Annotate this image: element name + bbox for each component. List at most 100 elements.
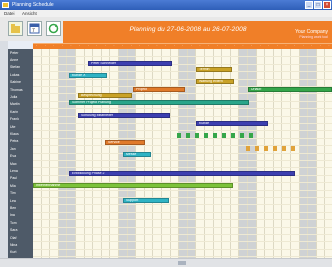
schedule-bar[interactable]: Messe	[123, 152, 151, 157]
calendar-icon[interactable]: 7	[27, 21, 42, 36]
schedule-block[interactable]	[246, 146, 250, 151]
resource-label[interactable]: Stefan	[10, 65, 20, 69]
day-tick: ·	[113, 44, 115, 48]
schedule-bar[interactable]: Kunde	[196, 121, 268, 126]
refresh-icon[interactable]	[46, 21, 61, 36]
left-strip	[0, 41, 8, 258]
resource-label[interactable]: Sabine	[10, 80, 21, 84]
schedule-block[interactable]	[204, 133, 208, 138]
row-divider	[33, 197, 332, 198]
planning-period-title: Planning du 27-06-2008 au 26-07-2008	[129, 26, 247, 33]
minimize-icon[interactable]: _	[305, 1, 313, 9]
schedule-grid[interactable]: Peter Schneider Kunde X Termin Wartung exte…	[33, 49, 332, 258]
day-tick: ·	[208, 44, 210, 48]
resource-label[interactable]: Ina	[10, 213, 15, 217]
day-tick: ·	[44, 44, 46, 48]
resource-label[interactable]: Paul	[10, 176, 17, 180]
schedule-bar[interactable]: Peter Schneider	[88, 61, 172, 66]
schedule-block[interactable]	[195, 133, 199, 138]
resource-label[interactable]: Lukas	[10, 73, 19, 77]
row-divider	[33, 130, 332, 132]
resource-label[interactable]: Olaf	[10, 236, 16, 240]
resource-label[interactable]: Martin	[10, 102, 20, 106]
menu-item-datei[interactable]: Datei	[4, 11, 15, 16]
resource-label[interactable]: Max	[10, 162, 17, 166]
resource-label[interactable]: Ute	[10, 125, 15, 129]
resource-label[interactable]: Peter	[10, 51, 18, 55]
schedule-block[interactable]	[249, 133, 253, 138]
schedule-block[interactable]	[177, 133, 181, 138]
day-tick: ·	[199, 44, 201, 48]
day-tick: ·	[276, 44, 278, 48]
resource-label[interactable]: Julia	[10, 95, 17, 99]
day-tick: ·	[294, 44, 296, 48]
resource-label[interactable]: Sara	[10, 228, 17, 232]
schedule-bar[interactable]: Projekt	[133, 87, 185, 92]
day-tick: ·	[139, 44, 141, 48]
resource-label[interactable]: Frank	[10, 117, 19, 121]
resource-label[interactable]: Lena	[10, 169, 18, 173]
row-divider	[33, 145, 332, 147]
schedule-block[interactable]	[222, 133, 226, 138]
schedule-block[interactable]	[231, 133, 235, 138]
schedule-bar[interactable]: Sommer Projekt Planung	[69, 100, 249, 105]
resource-label[interactable]: Jan	[10, 147, 16, 151]
schedule-bar[interactable]: Urlaub	[248, 87, 332, 92]
resource-label[interactable]: Tom	[10, 221, 17, 225]
resource-label[interactable]: Lea	[10, 199, 16, 203]
schedule-bar[interactable]: Besprechung	[78, 93, 132, 98]
scrollbar-thumb[interactable]	[178, 261, 186, 265]
title-bar: Planning Schedule _ □ ×	[0, 0, 332, 10]
schedule-bar[interactable]: Entwicklung Phase 2	[69, 171, 295, 176]
schedule-block[interactable]	[240, 133, 244, 138]
schedule-block[interactable]	[291, 146, 295, 151]
day-tick: ·	[190, 44, 192, 48]
schedule-block[interactable]	[282, 146, 286, 151]
schedule-bar[interactable]: Service	[105, 140, 145, 145]
day-tick: ·	[173, 44, 175, 48]
schedule-bar[interactable]: Kunde X	[69, 73, 107, 78]
open-file-icon[interactable]	[8, 21, 23, 36]
schedule-block[interactable]	[264, 146, 268, 151]
schedule-bar[interactable]: Support	[123, 198, 169, 203]
row-divider	[33, 204, 332, 206]
resource-label[interactable]: Tim	[10, 191, 16, 195]
schedule-bar[interactable]: Schulung Mitarbeiter	[78, 113, 170, 118]
schedule-bar[interactable]: Termin	[196, 67, 232, 72]
maximize-icon[interactable]: □	[314, 1, 322, 9]
resource-label[interactable]: Mia	[10, 184, 16, 188]
day-tick: ·	[104, 44, 106, 48]
row-divider	[33, 211, 332, 213]
resource-label[interactable]: Eva	[10, 154, 16, 158]
schedule-bar[interactable]: Inbetriebnahme	[33, 183, 233, 188]
day-tick: ·	[165, 44, 167, 48]
resource-label[interactable]: Thomas	[10, 88, 23, 92]
schedule-block[interactable]	[255, 146, 259, 151]
close-icon[interactable]: ×	[323, 1, 331, 9]
schedule-block[interactable]	[186, 133, 190, 138]
planning-header: Planning du 27-06-2008 au 26-07-2008 You…	[63, 21, 332, 43]
resource-label[interactable]: Nina	[10, 243, 17, 247]
resource-label[interactable]: Karin	[10, 110, 18, 114]
day-tick: ·	[233, 44, 235, 48]
schedule-bar[interactable]: Wartung extern	[196, 79, 234, 84]
resource-label[interactable]: Kurt	[10, 250, 16, 254]
row-divider	[33, 63, 332, 65]
row-divider	[33, 108, 332, 110]
row-divider	[33, 160, 332, 161]
day-tick: ·	[311, 44, 313, 48]
svg-text:7: 7	[32, 28, 35, 34]
resource-label[interactable]: Ben	[10, 206, 16, 210]
day-tick: ·	[147, 44, 149, 48]
menu-item-ansicht[interactable]: Ansicht	[22, 11, 37, 16]
row-divider	[33, 241, 332, 243]
resource-label[interactable]: Klaus	[10, 132, 19, 136]
schedule-block[interactable]	[273, 146, 277, 151]
schedule-block[interactable]	[213, 133, 217, 138]
resource-label[interactable]: Petra	[10, 139, 18, 143]
row-divider	[33, 137, 332, 139]
day-tick: ·	[242, 44, 244, 48]
resource-label[interactable]: Anne	[10, 58, 18, 62]
row-divider	[33, 167, 332, 169]
day-tick: ·	[259, 44, 261, 48]
